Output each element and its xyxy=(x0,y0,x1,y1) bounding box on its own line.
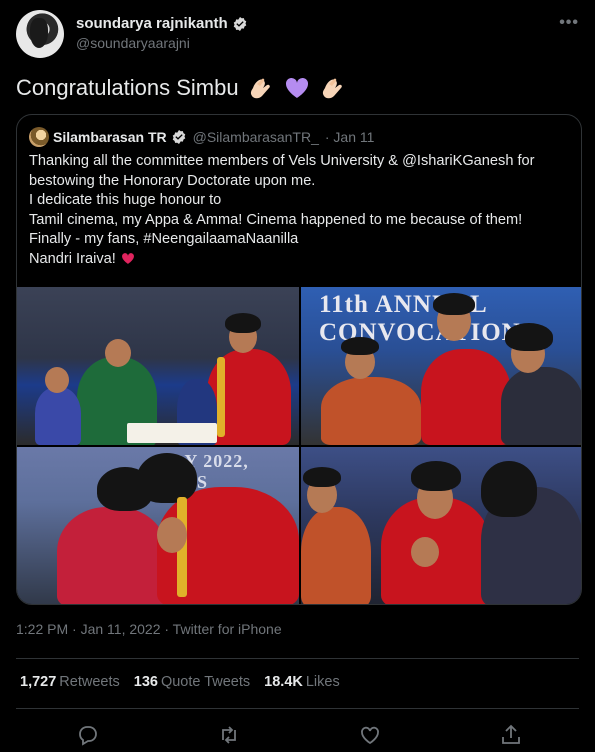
clapping-hands-icon xyxy=(250,78,270,99)
retweets-stat[interactable]: 1,727 Retweets xyxy=(20,674,120,690)
tweet-actions xyxy=(0,720,595,750)
likes-label: Likes xyxy=(305,674,340,690)
author-display-name[interactable]: soundarya rajnikanth xyxy=(76,15,228,32)
photo-1[interactable] xyxy=(17,287,299,445)
photo-3[interactable]: ARY 2022, TUES xyxy=(17,447,299,604)
tweet-timestamp[interactable]: 1:22 PM · Jan 11, 2022 · Twitter for iPh… xyxy=(16,621,282,637)
red-heart-icon xyxy=(121,253,134,264)
likes-count: 18.4K xyxy=(264,674,303,690)
quote-tweets-stat[interactable]: 136 Quote Tweets xyxy=(134,674,250,690)
quoted-author-name: Silambarasan TR xyxy=(53,129,167,145)
quoted-author-handle: @SilambarasanTR_ xyxy=(192,129,319,145)
more-options-icon[interactable]: ••• xyxy=(559,14,579,32)
divider xyxy=(16,708,579,709)
retweets-count: 1,727 xyxy=(20,674,57,690)
quoted-line: Nandri Iraiva! xyxy=(29,250,116,267)
retweet-icon[interactable] xyxy=(217,723,241,747)
quoted-author-avatar xyxy=(29,127,49,147)
clapping-hands-icon xyxy=(322,78,342,99)
verified-badge-icon xyxy=(172,130,185,144)
engagement-stats: 1,727 Retweets 136 Quote Tweets 18.4K Likes xyxy=(20,674,340,690)
quoted-tweet-body: Thanking all the committee members of Ve… xyxy=(29,152,569,270)
verified-badge-icon xyxy=(233,16,246,31)
photo-2[interactable]: 11th ANNUAL CONVOCATION xyxy=(301,287,581,445)
quoted-line: bestowing the Honorary Doctorate upon me… xyxy=(29,172,316,189)
tweet-text-content: Congratulations Simbu xyxy=(16,75,239,100)
quoted-line: Finally - my fans, #NeengailaamaNaanilla xyxy=(29,231,299,248)
photo-grid: 11th ANNUAL CONVOCATION ARY 2022, TUES xyxy=(17,287,581,604)
photo-4[interactable] xyxy=(301,447,581,604)
quoted-line: Thanking all the committee members of Ve… xyxy=(29,153,535,169)
quote-tweets-count: 136 xyxy=(133,674,158,690)
author-handle[interactable]: @soundaryaarajni xyxy=(76,35,190,51)
quoted-date: · Jan 11 xyxy=(324,129,375,145)
quoted-tweet-header: Silambarasan TR @SilambarasanTR_ · Jan 1… xyxy=(29,127,374,147)
author-avatar[interactable] xyxy=(16,10,64,58)
retweets-label: Retweets xyxy=(59,674,120,690)
likes-stat[interactable]: 18.4K Likes xyxy=(264,674,340,690)
quoted-line: I dedicate this huge honour to xyxy=(29,192,222,209)
purple-heart-icon xyxy=(285,77,308,98)
like-icon[interactable] xyxy=(358,723,382,747)
share-icon[interactable] xyxy=(499,723,523,747)
divider xyxy=(16,658,579,659)
tweet-text: Congratulations Simbu xyxy=(16,74,347,102)
quoted-line-last: Nandri Iraiva! xyxy=(29,250,569,270)
tweet-header: soundarya rajnikanth @soundaryaarajni ••… xyxy=(16,10,579,60)
quote-tweets-label: Quote Tweets xyxy=(160,674,251,690)
author-name-row: soundarya rajnikanth xyxy=(76,15,248,32)
reply-icon[interactable] xyxy=(76,723,100,747)
quoted-line: Tamil cinema, my Appa & Amma! Cinema hap… xyxy=(29,211,523,228)
quoted-tweet[interactable]: Silambarasan TR @SilambarasanTR_ · Jan 1… xyxy=(16,114,582,605)
